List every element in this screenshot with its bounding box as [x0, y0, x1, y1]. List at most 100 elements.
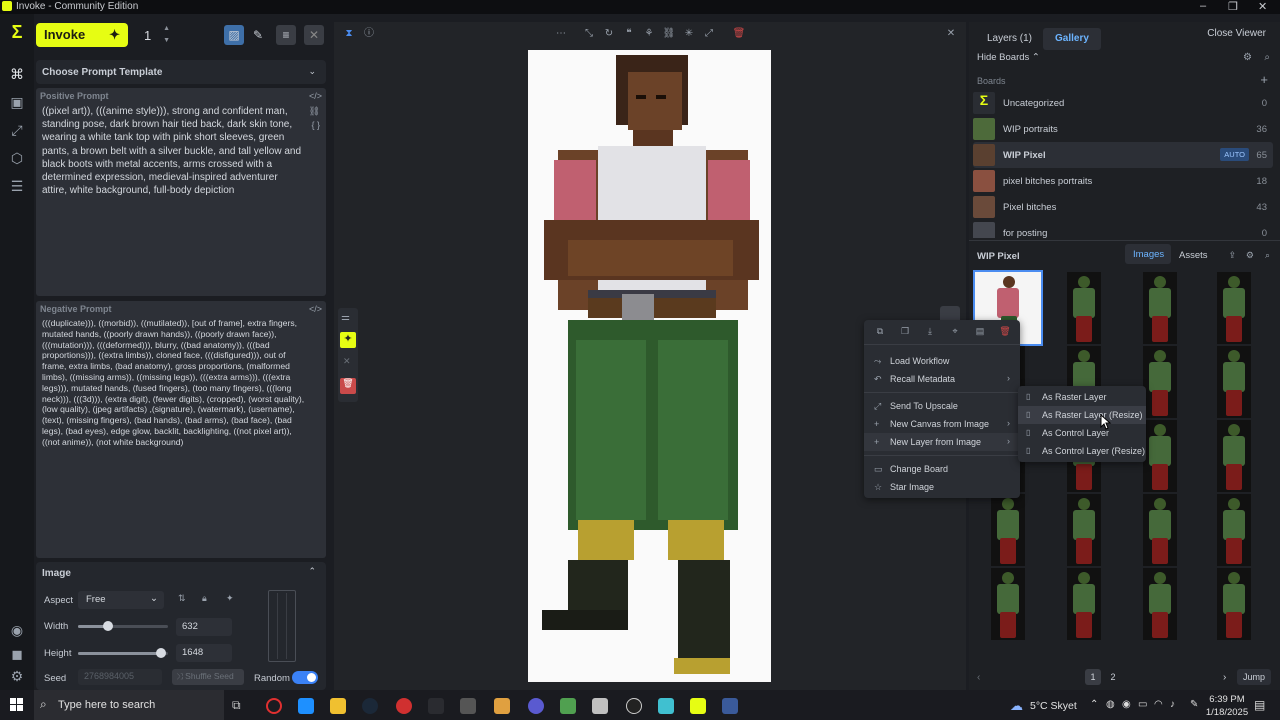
menu-item-star-image[interactable]: ☆ Star Image — [864, 478, 1020, 496]
height-slider-knob[interactable] — [155, 648, 166, 658]
tab-gallery[interactable]: Gallery — [1043, 28, 1101, 50]
chevron-down-icon[interactable]: ▼ — [163, 37, 170, 44]
menu-item-load-workflow[interactable]: ⤳ Load Workflow — [864, 352, 1020, 370]
expand-icon[interactable]: ⤢ — [702, 27, 716, 41]
swap-icon[interactable]: ⇅ — [178, 593, 186, 604]
close-viewer-button[interactable]: Close Viewer — [1207, 28, 1266, 39]
minimize-icon[interactable]: – — [1200, 0, 1206, 12]
positive-prompt-text[interactable]: ((pixel art)), (((anime style))), strong… — [42, 105, 304, 197]
page-button[interactable]: 1 — [1085, 669, 1101, 685]
chevron-up-icon[interactable]: ⌃ — [308, 566, 316, 577]
tab-assets[interactable]: Assets — [1179, 250, 1208, 261]
generate-icon[interactable]: ⌘ — [9, 66, 25, 82]
lock-icon[interactable]: 🔒︎ — [202, 593, 207, 604]
recall-icon[interactable]: ⚘ — [642, 27, 656, 41]
gallery-thumbnail[interactable] — [1217, 568, 1251, 640]
asterisk-icon[interactable]: ✳ — [682, 27, 696, 41]
sparkle-icon[interactable]: ✦ — [340, 332, 356, 348]
add-board-icon[interactable]: + — [1260, 72, 1268, 87]
gallery-thumbnail[interactable] — [1217, 346, 1251, 418]
info-icon[interactable]: ⓘ — [362, 27, 376, 41]
upload-icon[interactable]: ⇪ — [1228, 250, 1236, 261]
menu-item-change-board[interactable]: ▭ Change Board — [864, 460, 1020, 478]
gallery-thumbnail[interactable] — [991, 494, 1025, 566]
copy-icon[interactable]: ❐ — [899, 326, 911, 338]
compare-icon[interactable]: ▤ — [974, 326, 986, 338]
next-page-icon[interactable]: › — [1223, 672, 1226, 683]
steam-icon[interactable] — [362, 698, 378, 714]
code-icon[interactable]: </> — [309, 304, 322, 314]
app-icon[interactable] — [658, 698, 674, 714]
negative-prompt-text[interactable]: (((duplicate))), ((morbid)), ((mutilated… — [42, 318, 306, 448]
gallery-thumbnail[interactable] — [991, 568, 1025, 640]
seed-input[interactable]: 2768984005 — [78, 669, 162, 685]
random-toggle[interactable] — [292, 671, 318, 684]
generated-image[interactable] — [528, 50, 771, 682]
prev-page-icon[interactable]: ‹ — [977, 672, 980, 683]
iterations-stepper[interactable]: 1 ▲ ▼ — [138, 23, 170, 47]
tray-icon[interactable]: ◍ — [1106, 699, 1115, 710]
pen-icon[interactable]: ✎ — [1190, 699, 1198, 710]
search-icon[interactable]: ⌕ — [1264, 52, 1270, 63]
network-icon[interactable]: ▭ — [1138, 699, 1147, 710]
invoke-logo-icon[interactable]: Σ — [9, 23, 25, 41]
app-icon[interactable] — [428, 698, 444, 714]
board-item[interactable]: for posting 0 — [973, 220, 1273, 238]
jump-button[interactable]: Jump — [1237, 669, 1271, 685]
queue-icon[interactable]: ☰ — [9, 178, 25, 194]
negative-prompt-box[interactable]: Negative Prompt </> (((duplicate))), ((m… — [36, 301, 326, 558]
braces-icon[interactable]: { } — [311, 120, 320, 130]
windows-start-icon[interactable] — [10, 698, 24, 712]
page-button[interactable]: 2 — [1105, 669, 1121, 685]
help-icon[interactable]: ◉ — [9, 622, 25, 638]
upscale-icon[interactable]: ⤢ — [9, 122, 25, 138]
download-icon[interactable]: ⤓ — [924, 326, 936, 338]
restore-icon[interactable]: ❐ — [1228, 0, 1238, 13]
submenu-item-control-layer-resize[interactable]: ▯ As Control Layer (Resize) — [1018, 442, 1146, 460]
gallery-thumbnail[interactable] — [1143, 494, 1177, 566]
menu-item-send-to-upscale[interactable]: ⤢ Send To Upscale — [864, 397, 1020, 415]
delete-icon[interactable]: 🗑︎ — [732, 27, 746, 41]
refresh-icon[interactable]: ↻ — [602, 27, 616, 41]
gallery-thumbnail[interactable] — [1143, 272, 1177, 344]
board-item[interactable]: Pixel bitches 43 — [973, 194, 1273, 220]
gear-icon[interactable]: ⚙ — [1243, 52, 1252, 63]
menu-item-new-layer[interactable]: + New Layer from Image › — [864, 433, 1020, 451]
app-icon[interactable] — [460, 698, 476, 714]
chevron-up-icon[interactable]: ▲ — [163, 25, 170, 32]
file-explorer-icon[interactable] — [330, 698, 346, 714]
sparkle-icon[interactable]: ✦ — [226, 593, 234, 604]
canvas-icon[interactable]: ▣ — [9, 94, 25, 110]
gallery-thumbnail[interactable] — [1217, 272, 1251, 344]
app-icon[interactable] — [396, 698, 412, 714]
invoke-button[interactable]: Invoke ✦ — [36, 23, 128, 47]
board-item[interactable]: WIP portraits 36 — [973, 116, 1273, 142]
gallery-thumbnail[interactable] — [1217, 420, 1251, 492]
models-icon[interactable]: ⬡ — [9, 150, 25, 166]
hide-boards-button[interactable]: Hide Boards ⌃ — [977, 52, 1040, 63]
menu-item-recall-metadata[interactable]: ↶ Recall Metadata › — [864, 370, 1020, 388]
app-icon[interactable] — [298, 698, 314, 714]
board-item[interactable]: pixel bitches portraits 18 — [973, 168, 1273, 194]
app-icon[interactable] — [722, 698, 738, 714]
hourglass-icon[interactable]: ⧗ — [342, 27, 356, 41]
search-icon[interactable]: ⌕ — [1265, 250, 1270, 261]
quote-icon[interactable]: ❝ — [622, 27, 636, 41]
tray-chevron-icon[interactable]: ⌃ — [1090, 699, 1098, 710]
app-icon[interactable] — [494, 698, 510, 714]
discord-icon[interactable]: ◼ — [9, 646, 25, 662]
submenu-item-raster-layer-resize[interactable]: ▯ As Raster Layer (Resize) — [1018, 406, 1146, 424]
gallery-thumbnail[interactable] — [1217, 494, 1251, 566]
gallery-thumbnail[interactable] — [1067, 568, 1101, 640]
tray-icon[interactable]: ◉ — [1122, 699, 1131, 710]
height-input[interactable]: 1648 — [176, 644, 232, 662]
submenu-item-control-layer[interactable]: ▯ As Control Layer — [1018, 424, 1146, 442]
select-icon[interactable]: ⌖ — [949, 326, 961, 338]
width-input[interactable]: 632 — [176, 618, 232, 636]
board-item[interactable]: Σ Uncategorized 0 — [973, 90, 1273, 116]
settings-icon[interactable]: ⚙ — [9, 668, 25, 684]
link-icon[interactable]: ⛓ — [309, 106, 320, 117]
app-icon[interactable] — [560, 698, 576, 714]
menu-icon[interactable]: ≡ — [276, 25, 296, 45]
app-icon[interactable] — [626, 698, 642, 714]
